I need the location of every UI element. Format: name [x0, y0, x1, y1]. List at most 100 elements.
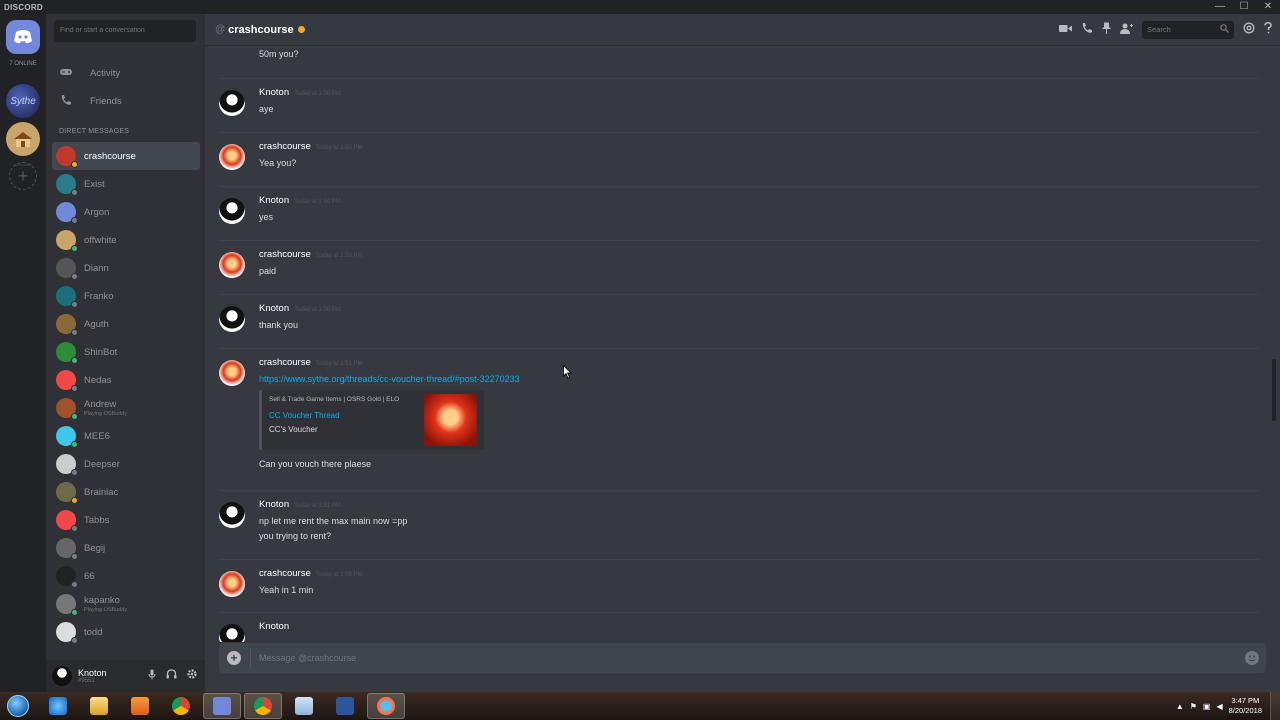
- server-icon[interactable]: [6, 122, 40, 156]
- dm-item[interactable]: Andrew Playing OSBuddy: [52, 394, 200, 422]
- dm-item[interactable]: Diann: [52, 254, 200, 282]
- close-button[interactable]: ✕: [1256, 0, 1280, 14]
- message-avatar[interactable]: [219, 502, 245, 528]
- message-composer[interactable]: + Message @crashcourse: [219, 643, 1266, 673]
- message-author[interactable]: Knoton: [259, 87, 289, 98]
- nav-activity[interactable]: Activity: [52, 60, 200, 86]
- dm-item[interactable]: crashcourse: [52, 142, 200, 170]
- taskbar-explorer[interactable]: [80, 693, 118, 719]
- message-author[interactable]: Knoton: [259, 303, 289, 314]
- start-button[interactable]: [0, 692, 36, 720]
- dm-item[interactable]: 66: [52, 562, 200, 590]
- message-avatar[interactable]: [219, 571, 245, 597]
- server-sythe-label: Sythe: [10, 95, 36, 107]
- taskbar-firefox[interactable]: [367, 693, 405, 719]
- dm-name: 66: [84, 570, 95, 582]
- dm-item[interactable]: offwhite: [52, 226, 200, 254]
- message-timestamp: Today at 1:51 PM: [315, 361, 363, 367]
- phone-icon: [58, 94, 74, 109]
- scrollbar-thumb[interactable]: [1272, 359, 1276, 421]
- add-server-button[interactable]: +: [9, 162, 37, 190]
- tray-arrow-icon[interactable]: ▲: [1176, 702, 1184, 711]
- dm-avatar: [56, 174, 78, 196]
- message-input[interactable]: Message @crashcourse: [259, 653, 356, 663]
- help-icon[interactable]: [1264, 22, 1272, 37]
- dm-item[interactable]: Nedas: [52, 366, 200, 394]
- message-divider: [219, 294, 1259, 295]
- dm-item[interactable]: Franko: [52, 282, 200, 310]
- microphone-icon[interactable]: [148, 669, 156, 683]
- dm-item[interactable]: Argon: [52, 198, 200, 226]
- add-friend-icon[interactable]: [1120, 23, 1133, 37]
- show-desktop-button[interactable]: [1270, 692, 1280, 720]
- volume-icon[interactable]: ◀: [1216, 702, 1222, 711]
- dm-item[interactable]: Exist: [52, 170, 200, 198]
- video-call-icon[interactable]: [1059, 24, 1072, 36]
- status-dot-icon: [71, 441, 78, 448]
- dm-item[interactable]: Aguth: [52, 310, 200, 338]
- taskbar-word[interactable]: [326, 693, 364, 719]
- message-author[interactable]: crashcourse: [259, 141, 311, 152]
- dm-item[interactable]: Deepser: [52, 450, 200, 478]
- message-avatar[interactable]: [219, 624, 245, 642]
- embed-title[interactable]: CC Voucher Thread: [269, 411, 340, 420]
- action-center-icon[interactable]: ⚑: [1190, 702, 1197, 711]
- message-avatar[interactable]: [219, 90, 245, 116]
- dm-search-input[interactable]: [54, 20, 196, 42]
- taskbar-clock[interactable]: 3:47 PM 8/20/2018: [1229, 696, 1262, 716]
- taskbar-notepad[interactable]: [285, 693, 323, 719]
- dm-name: todd: [84, 626, 103, 638]
- message-author[interactable]: Knoton: [259, 621, 289, 632]
- dm-name: Argon: [84, 206, 110, 218]
- voice-call-icon[interactable]: [1081, 22, 1093, 37]
- taskbar-ie[interactable]: [39, 693, 77, 719]
- message-author[interactable]: crashcourse: [259, 357, 311, 368]
- dm-item[interactable]: Brainiac: [52, 478, 200, 506]
- taskbar-media[interactable]: [121, 693, 159, 719]
- message-link[interactable]: https://www.sythe.org/threads/cc-voucher…: [259, 372, 520, 387]
- dm-item[interactable]: Begij: [52, 534, 200, 562]
- dm-avatar: [56, 454, 78, 476]
- emoji-picker-icon[interactable]: [1245, 651, 1259, 665]
- message-divider: [219, 490, 1259, 491]
- headphones-icon[interactable]: [166, 669, 177, 683]
- pin-icon[interactable]: [1102, 22, 1111, 37]
- dm-item[interactable]: kapanko Playing OSBuddy: [52, 590, 200, 618]
- home-button[interactable]: [6, 20, 40, 54]
- message-avatar[interactable]: [219, 198, 245, 224]
- message-avatar[interactable]: [219, 252, 245, 278]
- upload-plus-icon[interactable]: +: [227, 651, 241, 665]
- network-icon[interactable]: ▣: [1203, 702, 1211, 711]
- dm-item[interactable]: todd: [52, 618, 200, 646]
- minimize-button[interactable]: —: [1208, 0, 1232, 14]
- user-avatar[interactable]: [52, 666, 72, 686]
- message-author[interactable]: Knoton: [259, 195, 289, 206]
- message-avatar[interactable]: [219, 144, 245, 170]
- header-search-input[interactable]: Search: [1142, 20, 1234, 39]
- embed-thumbnail[interactable]: [424, 394, 477, 446]
- taskbar-chrome-2[interactable]: [244, 693, 282, 719]
- settings-gear-icon[interactable]: [187, 669, 197, 683]
- message-author[interactable]: crashcourse: [259, 568, 311, 579]
- chat-header: @ crashcourse Search: [205, 14, 1280, 46]
- message-divider: [219, 78, 1259, 79]
- status-dot-icon: [71, 329, 78, 336]
- taskbar-discord[interactable]: [203, 693, 241, 719]
- dm-item[interactable]: ShinBot: [52, 338, 200, 366]
- server-sythe[interactable]: Sythe: [6, 84, 40, 118]
- dm-info: Franko: [84, 291, 114, 302]
- media-player-icon: [131, 697, 149, 715]
- dm-item[interactable]: Tabbs: [52, 506, 200, 534]
- mentions-icon[interactable]: [1243, 22, 1255, 37]
- message-timestamp: Today at 1:51 PM: [294, 503, 341, 509]
- message-avatar[interactable]: [219, 306, 245, 332]
- maximize-button[interactable]: ☐: [1232, 0, 1256, 14]
- server-rail: 7 ONLINE Sythe +: [0, 14, 46, 692]
- message-author[interactable]: Knoton: [259, 499, 289, 510]
- taskbar-chrome[interactable]: [162, 693, 200, 719]
- message-line: Yea you?: [259, 158, 297, 168]
- message-author[interactable]: crashcourse: [259, 249, 311, 260]
- nav-friends[interactable]: Friends: [52, 88, 200, 114]
- message-avatar[interactable]: [219, 360, 245, 386]
- dm-item[interactable]: MEE6: [52, 422, 200, 450]
